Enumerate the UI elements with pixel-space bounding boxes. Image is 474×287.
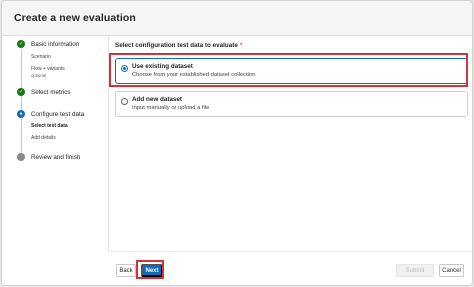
dialog-header: Create a new evaluation [2, 1, 472, 36]
create-evaluation-dialog: Create a new evaluation ✓ Basic informat… [1, 0, 473, 286]
checkmark-icon: ✓ [17, 88, 25, 96]
option-add-new-dataset[interactable]: Add new dataset Input manually or upload… [115, 91, 468, 117]
step-review-and-finish[interactable]: Review and finish [17, 153, 80, 161]
step-basic-information[interactable]: ✓ Basic information [17, 40, 79, 48]
wizard-steps: ✓ Basic information Scenario Flow + vari… [2, 36, 107, 251]
submit-button[interactable]: Submit [396, 264, 434, 277]
highlight-box [109, 53, 468, 87]
section-label: Select configuration test data to evalua… [115, 42, 243, 49]
cancel-button[interactable]: Cancel [439, 264, 464, 277]
substep-select-test-data[interactable]: Select test data [31, 123, 68, 129]
substep-scenario[interactable]: Scenario [31, 54, 51, 60]
radio-unselected-icon[interactable] [121, 98, 128, 105]
footer-divider [108, 251, 472, 252]
step-select-metrics[interactable]: ✓ Select metrics [17, 88, 71, 96]
checkmark-icon: ✓ [17, 40, 25, 48]
step-connector [21, 118, 22, 155]
back-button[interactable]: Back [116, 264, 136, 277]
pending-step-icon [17, 153, 25, 161]
required-mark: * [239, 42, 243, 49]
step-configure-test-data[interactable]: ● Configure test data [17, 110, 84, 118]
highlight-box [136, 260, 164, 279]
step-connector [21, 49, 22, 89]
current-step-icon: ● [17, 110, 25, 118]
substep-flow-variants[interactable]: Flow + variants optional [31, 66, 65, 78]
dialog-title: Create a new evaluation [14, 12, 136, 24]
substep-add-details[interactable]: Add details [31, 135, 56, 141]
